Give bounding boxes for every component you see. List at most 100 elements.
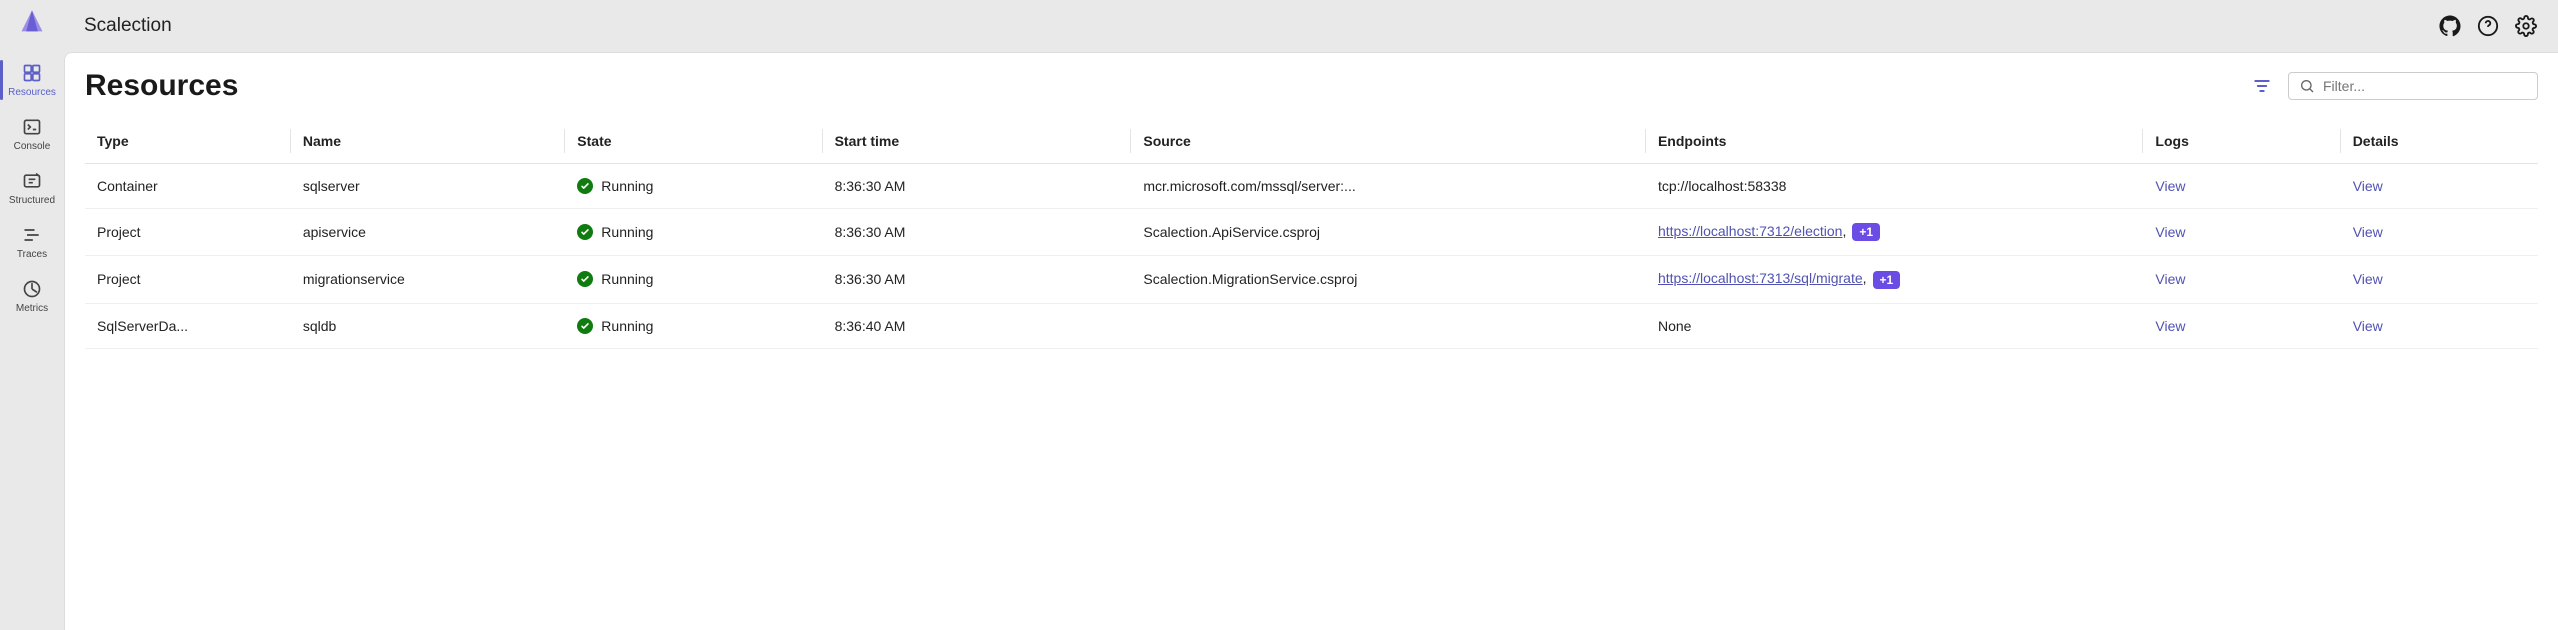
col-details[interactable]: Details	[2341, 119, 2538, 164]
nav-console[interactable]: Console	[4, 108, 60, 160]
cell-type: SqlServerDa...	[85, 303, 291, 348]
cell-name: sqlserver	[291, 164, 565, 209]
cell-start: 8:36:30 AM	[823, 209, 1132, 256]
nav-label: Traces	[17, 249, 47, 260]
col-start[interactable]: Start time	[823, 119, 1132, 164]
cell-endpoints: tcp://localhost:58338	[1646, 164, 2143, 209]
main-area: Scalection	[64, 0, 2558, 630]
cell-name: sqldb	[291, 303, 565, 348]
terminal-icon	[21, 116, 43, 138]
search-icon	[2299, 78, 2315, 94]
logs-view-link[interactable]: View	[2155, 271, 2185, 287]
col-source[interactable]: Source	[1131, 119, 1646, 164]
details-view-link[interactable]: View	[2353, 318, 2383, 334]
state-success-icon	[577, 318, 593, 334]
nav-resources[interactable]: Resources	[4, 54, 60, 106]
table-row[interactable]: Projectapiservice Running 8:36:30 AMScalec…	[85, 209, 2538, 256]
logs-view-link[interactable]: View	[2155, 178, 2185, 194]
nav-label: Resources	[8, 87, 56, 98]
table-header-row: Type Name State Start time Source Endpoi…	[85, 119, 2538, 164]
metrics-icon	[21, 278, 43, 300]
endpoint-link[interactable]: https://localhost:7313/sql/migrate	[1658, 270, 1863, 286]
endpoint-extra-badge[interactable]: +1	[1873, 271, 1901, 289]
filter-icon[interactable]	[2248, 72, 2276, 100]
cell-state: Running	[565, 256, 822, 303]
cell-start: 8:36:40 AM	[823, 303, 1132, 348]
details-view-link[interactable]: View	[2353, 178, 2383, 194]
cell-details: View	[2341, 303, 2538, 348]
page-header: Resources	[85, 69, 2538, 103]
help-icon[interactable]	[2476, 14, 2500, 38]
content-panel: Resources	[64, 52, 2558, 630]
cell-name: apiservice	[291, 209, 565, 256]
col-endpoints[interactable]: Endpoints	[1646, 119, 2143, 164]
col-state[interactable]: State	[565, 119, 822, 164]
state-success-icon	[577, 271, 593, 287]
topbar: Scalection	[64, 0, 2558, 52]
nav-metrics[interactable]: Metrics	[4, 270, 60, 322]
settings-icon[interactable]	[2514, 14, 2538, 38]
cell-source: Scalection.ApiService.csproj	[1131, 209, 1646, 256]
cell-type: Container	[85, 164, 291, 209]
col-name[interactable]: Name	[291, 119, 565, 164]
structured-icon	[21, 170, 43, 192]
cell-source	[1131, 303, 1646, 348]
filter-input[interactable]	[2323, 78, 2527, 94]
traces-icon	[21, 224, 43, 246]
endpoint-text: None	[1658, 318, 1691, 334]
cell-type: Project	[85, 256, 291, 303]
state-success-icon	[577, 178, 593, 194]
page-title: Resources	[85, 69, 238, 103]
cell-logs: View	[2143, 256, 2340, 303]
app-logo	[16, 6, 48, 38]
state-text: Running	[601, 178, 653, 194]
nav-label: Metrics	[16, 303, 48, 314]
cell-state: Running	[565, 164, 822, 209]
cell-state: Running	[565, 303, 822, 348]
details-view-link[interactable]: View	[2353, 224, 2383, 240]
cell-endpoints: None	[1646, 303, 2143, 348]
resources-table: Type Name State Start time Source Endpoi…	[85, 119, 2538, 349]
github-icon[interactable]	[2438, 14, 2462, 38]
nav-traces[interactable]: Traces	[4, 216, 60, 268]
cell-start: 8:36:30 AM	[823, 256, 1132, 303]
app-title: Scalection	[84, 15, 172, 37]
cell-details: View	[2341, 256, 2538, 303]
endpoint-link[interactable]: https://localhost:7312/election	[1658, 223, 1842, 239]
state-success-icon	[577, 224, 593, 240]
state-text: Running	[601, 318, 653, 334]
cell-state: Running	[565, 209, 822, 256]
state-text: Running	[601, 224, 653, 240]
grid-icon	[21, 62, 43, 84]
cell-logs: View	[2143, 209, 2340, 256]
table-row[interactable]: Projectmigrationservice Running 8:36:30 AM…	[85, 256, 2538, 303]
cell-endpoints: https://localhost:7312/election,+1	[1646, 209, 2143, 256]
cell-logs: View	[2143, 303, 2340, 348]
endpoint-extra-badge[interactable]: +1	[1852, 223, 1880, 241]
col-logs[interactable]: Logs	[2143, 119, 2340, 164]
cell-source: mcr.microsoft.com/mssql/server:...	[1131, 164, 1646, 209]
cell-source: Scalection.MigrationService.csproj	[1131, 256, 1646, 303]
details-view-link[interactable]: View	[2353, 271, 2383, 287]
col-type[interactable]: Type	[85, 119, 291, 164]
table-row[interactable]: SqlServerDa...sqldb Running 8:36:40 AM None…	[85, 303, 2538, 348]
cell-endpoints: https://localhost:7313/sql/migrate,+1	[1646, 256, 2143, 303]
cell-start: 8:36:30 AM	[823, 164, 1132, 209]
nav-label: Structured	[9, 195, 55, 206]
state-text: Running	[601, 271, 653, 287]
nav-structured[interactable]: Structured	[4, 162, 60, 214]
nav-label: Console	[14, 141, 51, 152]
logs-view-link[interactable]: View	[2155, 318, 2185, 334]
cell-name: migrationservice	[291, 256, 565, 303]
cell-details: View	[2341, 164, 2538, 209]
table-row[interactable]: Containersqlserver Running 8:36:30 AMmcr.m…	[85, 164, 2538, 209]
page-actions	[2248, 72, 2538, 100]
topbar-actions	[2438, 14, 2538, 38]
logs-view-link[interactable]: View	[2155, 224, 2185, 240]
cell-type: Project	[85, 209, 291, 256]
endpoint-text: tcp://localhost:58338	[1658, 178, 1786, 194]
cell-details: View	[2341, 209, 2538, 256]
sidebar: Resources Console Structured	[0, 0, 64, 630]
cell-logs: View	[2143, 164, 2340, 209]
search-box[interactable]	[2288, 72, 2538, 100]
